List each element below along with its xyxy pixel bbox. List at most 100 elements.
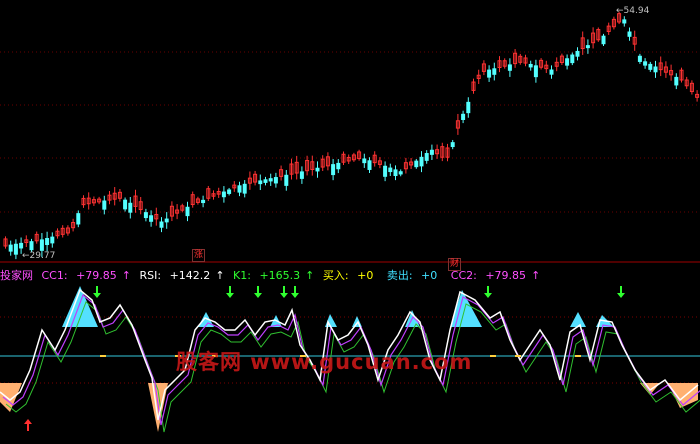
candle — [175, 204, 180, 220]
candle — [268, 173, 273, 186]
candle — [606, 22, 611, 35]
candle — [71, 218, 76, 232]
candle — [242, 180, 247, 198]
candle — [523, 54, 528, 67]
candle — [351, 152, 356, 162]
candle — [149, 210, 154, 227]
sell-arrow-icon — [93, 286, 101, 298]
field-cc1: CC1: +79.85 ↑ — [41, 269, 132, 282]
candle — [424, 150, 429, 164]
candle — [273, 172, 278, 188]
candle — [138, 196, 143, 215]
candle — [60, 225, 65, 238]
field-k1: K1: +165.3 ↑ — [233, 269, 315, 282]
candle — [653, 60, 658, 78]
candle — [476, 69, 481, 84]
candle — [528, 60, 533, 71]
candle — [637, 53, 642, 64]
candle — [487, 65, 492, 82]
candle — [549, 65, 554, 79]
field-sell: 卖出: +0 — [386, 269, 438, 282]
candle — [143, 208, 148, 222]
candle — [310, 155, 315, 176]
candle — [539, 58, 544, 70]
candle — [185, 201, 190, 222]
candle — [565, 54, 570, 70]
cyan-fill — [325, 314, 337, 327]
candle — [325, 152, 330, 171]
candle — [45, 231, 50, 252]
candle — [570, 52, 575, 66]
watermark-text: 股客网 www.gucuan.com — [176, 350, 473, 374]
candle — [315, 161, 320, 178]
candle — [346, 154, 351, 164]
candle — [414, 158, 419, 169]
candle — [34, 231, 39, 244]
candle — [695, 90, 700, 102]
candle — [258, 174, 263, 191]
candle — [388, 163, 393, 176]
candle — [50, 232, 55, 248]
field-buy: 买入: +0 — [322, 269, 374, 282]
candle — [55, 228, 60, 239]
candle — [159, 217, 164, 233]
candle — [86, 192, 91, 210]
candle — [689, 80, 694, 95]
candle — [658, 56, 663, 77]
candle — [3, 236, 8, 249]
sell-arrow-icon — [291, 286, 299, 298]
field-rsi: RSI: +142.2 ↑ — [139, 269, 225, 282]
candle — [632, 30, 637, 51]
candle — [627, 27, 632, 41]
candle — [117, 189, 122, 202]
candle — [357, 149, 362, 161]
candle — [544, 60, 549, 74]
candle — [206, 185, 211, 202]
candle — [435, 144, 440, 159]
candle — [398, 169, 403, 177]
candle — [502, 58, 507, 69]
candle — [507, 58, 512, 77]
candle — [663, 61, 668, 78]
candle — [580, 31, 585, 55]
indicator-name: 投家网 — [0, 269, 33, 282]
candle — [362, 153, 367, 168]
candle — [461, 110, 466, 124]
chart-canvas[interactable] — [0, 0, 700, 444]
candle — [180, 203, 185, 213]
candle — [289, 158, 294, 180]
candle — [622, 16, 627, 27]
candle — [211, 190, 216, 200]
candle — [611, 16, 616, 30]
high-price-label: ←54.94 — [616, 6, 650, 16]
candle — [107, 190, 112, 205]
candle — [227, 187, 232, 196]
candle — [674, 73, 679, 90]
candle — [383, 161, 388, 182]
candle — [279, 165, 284, 181]
candle — [91, 196, 96, 206]
price-grid — [0, 51, 700, 213]
candle — [169, 201, 174, 222]
candle — [669, 64, 674, 81]
candle — [643, 58, 648, 69]
cyan-fill — [62, 286, 98, 327]
candle — [336, 159, 341, 174]
sell-arrow-icon — [484, 286, 492, 298]
candle — [492, 62, 497, 81]
candle — [263, 176, 268, 186]
candle — [216, 187, 221, 198]
candle — [8, 240, 13, 256]
candle — [367, 157, 372, 173]
event-marker-zhang[interactable]: 涨 — [192, 249, 206, 262]
candle — [195, 196, 200, 205]
candle — [81, 195, 86, 208]
candle — [372, 151, 377, 167]
candle — [164, 212, 169, 229]
low-price-label: ←29.77 — [22, 251, 56, 261]
cyan-fill — [352, 316, 362, 327]
candle — [554, 57, 559, 72]
candle — [232, 181, 237, 192]
candle — [559, 53, 564, 65]
candle — [331, 159, 336, 181]
